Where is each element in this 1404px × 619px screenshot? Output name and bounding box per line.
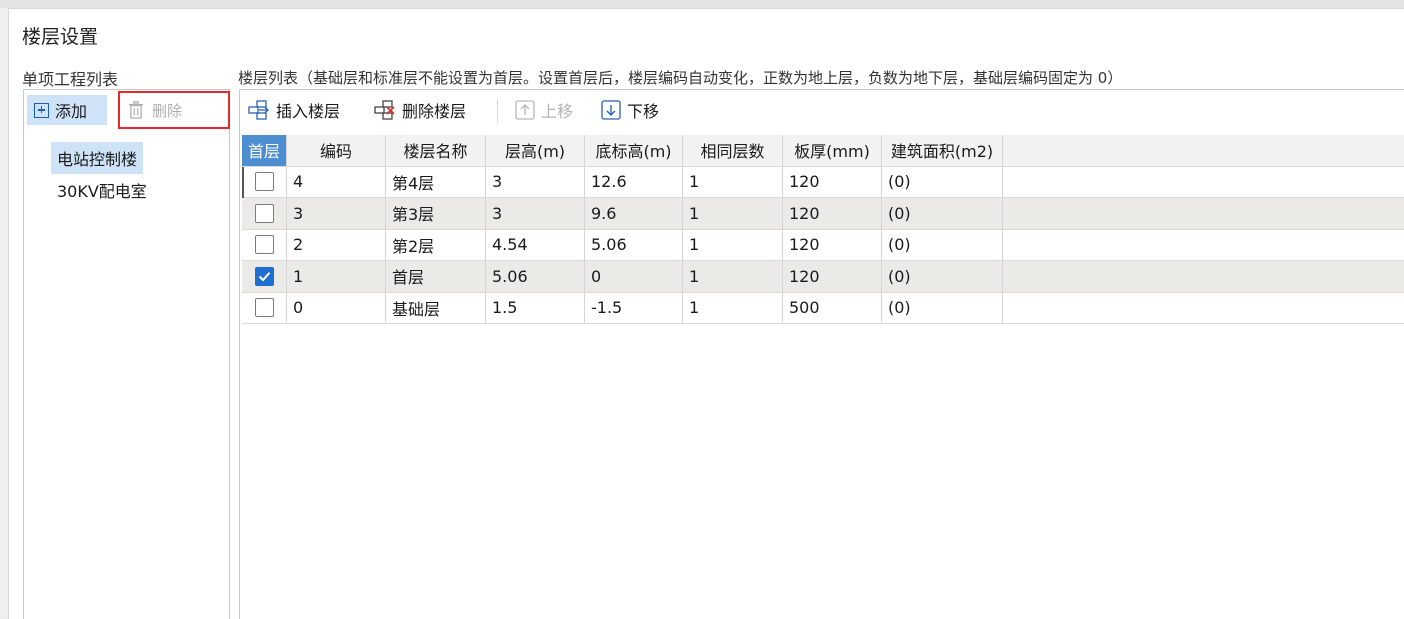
toolbar-separator — [497, 99, 498, 123]
code-cell[interactable]: 0 — [287, 292, 386, 323]
floor-name-cell[interactable]: 第3层 — [386, 198, 486, 229]
first-floor-cell — [242, 261, 287, 292]
floor-table: 首层 编码 楼层名称 层高(m) 底标高(m) 相同层数 板厚(mm) 建筑面积… — [242, 135, 1404, 324]
same-floor-count-cell[interactable]: 1 — [683, 166, 783, 197]
move-up-button[interactable]: 上移 — [515, 90, 573, 130]
building-area-cell[interactable]: (0) — [882, 166, 1003, 197]
project-item-label: 30KV配电室 — [57, 182, 147, 201]
first-floor-checkbox[interactable] — [254, 203, 274, 223]
arrow-down-icon — [601, 100, 621, 120]
first-floor-checkbox[interactable] — [254, 298, 274, 318]
dialog-title: 楼层设置 — [22, 26, 99, 48]
column-header-bottom-elevation[interactable]: 底标高(m) — [585, 135, 683, 166]
bottom-elevation-cell[interactable]: 12.6 — [585, 166, 683, 197]
building-area-cell[interactable]: (0) — [882, 229, 1003, 260]
table-row[interactable]: 2 第2层 4.54 5.06 1 120 (0) — [242, 229, 1404, 261]
code-cell[interactable]: 3 — [287, 198, 386, 229]
delete-floor-label: 删除楼层 — [402, 102, 467, 121]
slab-thickness-cell[interactable]: 120 — [783, 198, 882, 229]
same-floor-count-cell[interactable]: 1 — [683, 292, 783, 323]
column-header-same-floor-count[interactable]: 相同层数 — [683, 135, 783, 166]
bottom-elevation-cell[interactable]: 9.6 — [585, 198, 683, 229]
slab-thickness-cell[interactable]: 120 — [783, 261, 882, 292]
building-area-cell[interactable]: (0) — [882, 198, 1003, 229]
insert-floor-icon — [248, 100, 270, 120]
column-header-first-floor[interactable]: 首层 — [242, 135, 287, 166]
move-down-label: 下移 — [627, 102, 660, 121]
floor-height-cell[interactable]: 3 — [486, 166, 585, 197]
first-floor-cell — [242, 229, 287, 260]
first-floor-cell — [242, 198, 287, 229]
arrow-up-icon — [515, 100, 535, 120]
first-floor-checkbox[interactable] — [254, 172, 274, 192]
slab-thickness-cell[interactable]: 120 — [783, 229, 882, 260]
bottom-elevation-cell[interactable]: -1.5 — [585, 292, 683, 323]
floor-name-cell[interactable]: 第4层 — [386, 166, 486, 197]
delete-floor-icon — [374, 100, 395, 120]
move-down-button[interactable]: 下移 — [601, 90, 659, 130]
background-window-strip — [0, 0, 1404, 8]
project-item[interactable]: 电站控制楼 — [24, 142, 229, 174]
table-row[interactable]: 0 基础层 1.5 -1.5 1 500 (0) — [242, 292, 1404, 324]
slab-thickness-cell[interactable]: 500 — [783, 292, 882, 323]
insert-floor-label: 插入楼层 — [276, 102, 341, 121]
background-window-edge — [0, 8, 8, 618]
floor-height-cell[interactable]: 4.54 — [486, 229, 585, 260]
floor-name-cell[interactable]: 首层 — [386, 261, 486, 292]
checkmark-icon — [258, 271, 270, 282]
slab-thickness-cell[interactable]: 120 — [783, 166, 882, 197]
floor-height-cell[interactable]: 5.06 — [486, 261, 585, 292]
same-floor-count-cell[interactable]: 1 — [683, 229, 783, 260]
first-floor-cell — [242, 166, 287, 197]
floor-name-cell[interactable]: 第2层 — [386, 229, 486, 260]
floor-height-cell[interactable]: 1.5 — [486, 292, 585, 323]
column-header-slab-thickness[interactable]: 板厚(mm) — [783, 135, 882, 166]
column-header-building-area[interactable]: 建筑面积(m2) — [882, 135, 1003, 166]
code-cell[interactable]: 1 — [287, 261, 386, 292]
add-project-label: 添加 — [55, 102, 88, 121]
bottom-elevation-cell[interactable]: 0 — [585, 261, 683, 292]
floor-list-panel: 插入楼层 删除楼层 上移 下移 首层 编码 楼层名称 层高(m) 底标高(m) … — [239, 89, 1404, 619]
project-list: 电站控制楼 30KV配电室 — [24, 142, 229, 206]
plus-box-icon — [34, 102, 49, 118]
same-floor-count-cell[interactable]: 1 — [683, 198, 783, 229]
code-cell[interactable]: 4 — [287, 166, 386, 197]
delete-project-button[interactable]: 删除 — [118, 91, 230, 129]
project-item-label: 电站控制楼 — [51, 142, 144, 174]
add-project-button[interactable]: 添加 — [27, 95, 107, 125]
table-row[interactable]: 4 第4层 3 12.6 1 120 (0) — [242, 166, 1404, 198]
move-up-label: 上移 — [541, 102, 574, 121]
bottom-elevation-cell[interactable]: 5.06 — [585, 229, 683, 260]
floor-settings-dialog: 楼层设置 单项工程列表 添加 删除 电站控制楼 30KV配电室 楼层列表（基础层… — [8, 8, 1404, 619]
project-list-panel: 添加 删除 电站控制楼 30KV配电室 — [23, 89, 230, 619]
table-row[interactable]: 1 首层 5.06 0 1 120 (0) — [242, 261, 1404, 293]
delete-floor-button[interactable]: 删除楼层 — [374, 90, 466, 130]
building-area-cell[interactable]: (0) — [882, 292, 1003, 323]
same-floor-count-cell[interactable]: 1 — [683, 261, 783, 292]
floor-height-cell[interactable]: 3 — [486, 198, 585, 229]
first-floor-checkbox[interactable] — [254, 266, 274, 286]
trash-icon — [129, 101, 143, 119]
table-row[interactable]: 3 第3层 3 9.6 1 120 (0) — [242, 198, 1404, 230]
floor-name-cell[interactable]: 基础层 — [386, 292, 486, 323]
project-list-label: 单项工程列表 — [22, 70, 119, 89]
first-floor-cell — [242, 292, 287, 323]
insert-floor-button[interactable]: 插入楼层 — [248, 90, 340, 130]
first-floor-checkbox[interactable] — [254, 235, 274, 255]
code-cell[interactable]: 2 — [287, 229, 386, 260]
building-area-cell[interactable]: (0) — [882, 261, 1003, 292]
floor-list-label: 楼层列表（基础层和标准层不能设置为首层。设置首层后，楼层编码自动变化，正数为地上… — [238, 69, 1123, 87]
column-header-floor-height[interactable]: 层高(m) — [486, 135, 585, 166]
table-header: 首层 编码 楼层名称 层高(m) 底标高(m) 相同层数 板厚(mm) 建筑面积… — [242, 135, 1404, 167]
delete-project-label: 删除 — [152, 101, 183, 120]
project-list-toolbar: 添加 删除 — [24, 90, 230, 134]
column-header-floor-name[interactable]: 楼层名称 — [386, 135, 486, 166]
project-item[interactable]: 30KV配电室 — [24, 174, 229, 206]
column-header-code[interactable]: 编码 — [287, 135, 386, 166]
